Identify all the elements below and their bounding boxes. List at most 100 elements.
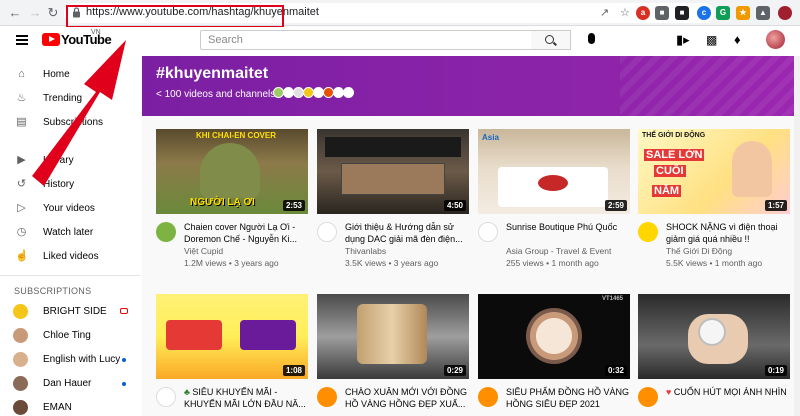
- channel-avatar[interactable]: [478, 222, 498, 242]
- clock-icon: ◷: [16, 226, 27, 238]
- sidebar-item-history[interactable]: ↺ History: [0, 175, 140, 195]
- subscription-item[interactable]: English with Lucy: [0, 350, 140, 370]
- sidebar-item-library[interactable]: ▶ Library: [0, 151, 140, 171]
- video-title[interactable]: Sunrise Boutique Phú Quốc: [506, 221, 630, 233]
- video-card[interactable]: 0:29 CHÀO XUÂN MỚI VỚI ĐỒNG HỒ VÀNG HỒNG…: [317, 294, 469, 416]
- back-arrow-icon[interactable]: ←: [6, 4, 24, 22]
- video-title-text: SIÊU KHUYẾN MÃI - KHUYẾN MÃI LỚN ĐẦU NĂ.…: [184, 387, 306, 409]
- thumbnail-device: [325, 137, 461, 157]
- video-card[interactable]: Asia 2:59 Sunrise Boutique Phú Quốc Asia…: [478, 129, 630, 274]
- sidebar-item-subscriptions[interactable]: ▤ Subscriptions: [0, 113, 140, 133]
- video-card[interactable]: KHI CHAI-EN COVER NGƯỜI LẠ ƠI 2:53 Chaie…: [156, 129, 308, 274]
- microphone-icon[interactable]: [588, 33, 595, 44]
- new-content-dot-icon: [122, 382, 126, 386]
- video-thumbnail[interactable]: Asia 2:59: [478, 129, 630, 214]
- puzzle-icon[interactable]: ▲: [756, 6, 770, 20]
- sidebar-item-label: Subscriptions: [43, 117, 104, 128]
- video-title[interactable]: Chaien cover Người Lạ Ơi - Doremon Chế -…: [184, 221, 308, 245]
- video-title[interactable]: SHOCK NẶNG vì điện thoại giảm giá quá nh…: [666, 221, 790, 245]
- video-thumbnail[interactable]: KHI CHAI-EN COVER NGƯỜI LẠ ƠI 2:53: [156, 129, 308, 214]
- create-video-icon[interactable]: ▮▸: [676, 33, 690, 47]
- logo-country: VN: [91, 29, 101, 36]
- video-meta: 1.2M views • 3 years ago: [184, 258, 279, 268]
- video-thumbnail[interactable]: 0:29: [317, 294, 469, 379]
- video-duration: 0:29: [443, 365, 466, 376]
- channel-name[interactable]: Thế Giới Di Động: [666, 246, 732, 256]
- video-card[interactable]: THẾ GIỚI DI ĐỘNG SALE LỚN CUỐI NĂM 1:57 …: [638, 129, 790, 274]
- video-card[interactable]: VT1465 0:32 SIÊU PHẨM ĐỒNG HỒ VÀNG HỒNG …: [478, 294, 630, 416]
- extension-icon[interactable]: a: [636, 6, 650, 20]
- play-square-icon: ▷: [17, 202, 26, 214]
- video-title[interactable]: CHÀO XUÂN MỚI VỚI ĐỒNG HỒ VÀNG HỒNG ĐẸP …: [345, 386, 469, 410]
- channel-avatar[interactable]: [156, 222, 176, 242]
- logo-text[interactable]: YouTube: [61, 32, 112, 47]
- channel-name[interactable]: Asia Group - Travel & Event: [506, 246, 611, 256]
- channel-name[interactable]: Thivanlabs: [345, 246, 386, 256]
- extension-icon[interactable]: G: [716, 6, 730, 20]
- channel-avatar[interactable]: [638, 387, 658, 407]
- channel-avatar[interactable]: [156, 387, 176, 407]
- profile-avatar[interactable]: [778, 6, 792, 20]
- extension-icon[interactable]: ■: [675, 6, 689, 20]
- video-thumbnail[interactable]: 1:08: [156, 294, 308, 379]
- channel-name[interactable]: Việt Cupid: [184, 246, 223, 256]
- sidebar-item-trending[interactable]: ♨ Trending: [0, 89, 140, 109]
- search-button[interactable]: [531, 30, 571, 50]
- video-duration: 0:32: [604, 365, 627, 376]
- video-title[interactable]: SIÊU PHẨM ĐỒNG HỒ VÀNG HỒNG SIÊU ĐẸP 202…: [506, 386, 630, 410]
- video-card[interactable]: 0:19 ♥ CUỐN HÚT MỌI ÁNH NHÌN: [638, 294, 790, 416]
- sidebar-item-home[interactable]: ⌂ Home: [0, 65, 140, 85]
- subscription-item[interactable]: EMAN: [0, 398, 140, 416]
- video-thumbnail[interactable]: 4:50: [317, 129, 469, 214]
- scrollbar[interactable]: [794, 56, 800, 416]
- apps-grid-icon[interactable]: ▩: [706, 33, 717, 47]
- subscription-item[interactable]: Dan Hauer: [0, 374, 140, 394]
- hashtag-subtitle: < 100 videos and channels: [156, 89, 276, 100]
- subscription-name: Dan Hauer: [43, 378, 92, 389]
- video-meta: 255 views • 1 month ago: [506, 258, 599, 268]
- channel-avatar: [13, 352, 28, 367]
- subscription-name: EMAN: [43, 402, 72, 413]
- extension-icon[interactable]: c: [697, 6, 711, 20]
- channel-avatar[interactable]: [317, 387, 337, 407]
- account-avatar[interactable]: [766, 30, 785, 49]
- youtube-logo-icon[interactable]: [42, 33, 60, 46]
- subscriptions-heading: SUBSCRIPTIONS: [14, 286, 92, 296]
- video-thumbnail[interactable]: THẾ GIỚI DI ĐỘNG SALE LỚN CUỐI NĂM 1:57: [638, 129, 790, 214]
- notifications-bell-icon[interactable]: ♦: [734, 33, 741, 47]
- menu-icon[interactable]: [16, 35, 28, 45]
- url-highlight-box: [66, 5, 284, 28]
- sidebar-item-label: Watch later: [43, 227, 94, 238]
- subscriptions-icon: ▤: [16, 116, 27, 128]
- search-input[interactable]: Search: [200, 30, 532, 50]
- subscription-name: BRIGHT SIDE: [43, 306, 107, 317]
- extension-icon[interactable]: ■: [655, 6, 669, 20]
- channel-avatar[interactable]: [638, 222, 658, 242]
- video-card[interactable]: 1:08 ♣ SIÊU KHUYẾN MÃI - KHUYẾN MÃI LỚN …: [156, 294, 308, 416]
- channel-avatar[interactable]: [343, 87, 354, 98]
- video-thumbnail[interactable]: VT1465 0:32: [478, 294, 630, 379]
- thumbnail-caption: NGƯỜI LẠ ƠI: [190, 197, 255, 208]
- sidebar-item-liked-videos[interactable]: ☝ Liked videos: [0, 247, 140, 267]
- share-icon[interactable]: ↗: [600, 6, 609, 20]
- video-duration: 2:59: [604, 200, 627, 211]
- reload-icon[interactable]: ↻: [44, 4, 62, 22]
- channel-avatar: [13, 328, 28, 343]
- thumbnail-caption: Asia: [482, 133, 499, 142]
- subscription-item[interactable]: Chloe Ting: [0, 326, 140, 346]
- video-title[interactable]: Giới thiệu & Hướng dẫn sử dụng DAC giải …: [345, 221, 469, 245]
- video-title[interactable]: ♣ SIÊU KHUYẾN MÃI - KHUYẾN MÃI LỚN ĐẦU N…: [184, 386, 308, 410]
- star-icon[interactable]: ☆: [620, 6, 630, 20]
- video-duration: 4:50: [443, 200, 466, 211]
- sidebar-item-watch-later[interactable]: ◷ Watch later: [0, 223, 140, 243]
- channel-avatar[interactable]: [317, 222, 337, 242]
- sidebar-item-your-videos[interactable]: ▷ Your videos: [0, 199, 140, 219]
- video-thumbnail[interactable]: 0:19: [638, 294, 790, 379]
- subscription-item[interactable]: BRIGHT SIDE: [0, 302, 140, 322]
- channel-avatar[interactable]: [478, 387, 498, 407]
- forward-arrow-icon[interactable]: →: [26, 4, 44, 22]
- extension-icon[interactable]: ★: [736, 6, 750, 20]
- video-card[interactable]: 4:50 Giới thiệu & Hướng dẫn sử dụng DAC …: [317, 129, 469, 274]
- sidebar: ⌂ Home ♨ Trending ▤ Subscriptions ▶ Libr…: [0, 56, 140, 416]
- video-title[interactable]: ♥ CUỐN HÚT MỌI ÁNH NHÌN: [666, 386, 790, 398]
